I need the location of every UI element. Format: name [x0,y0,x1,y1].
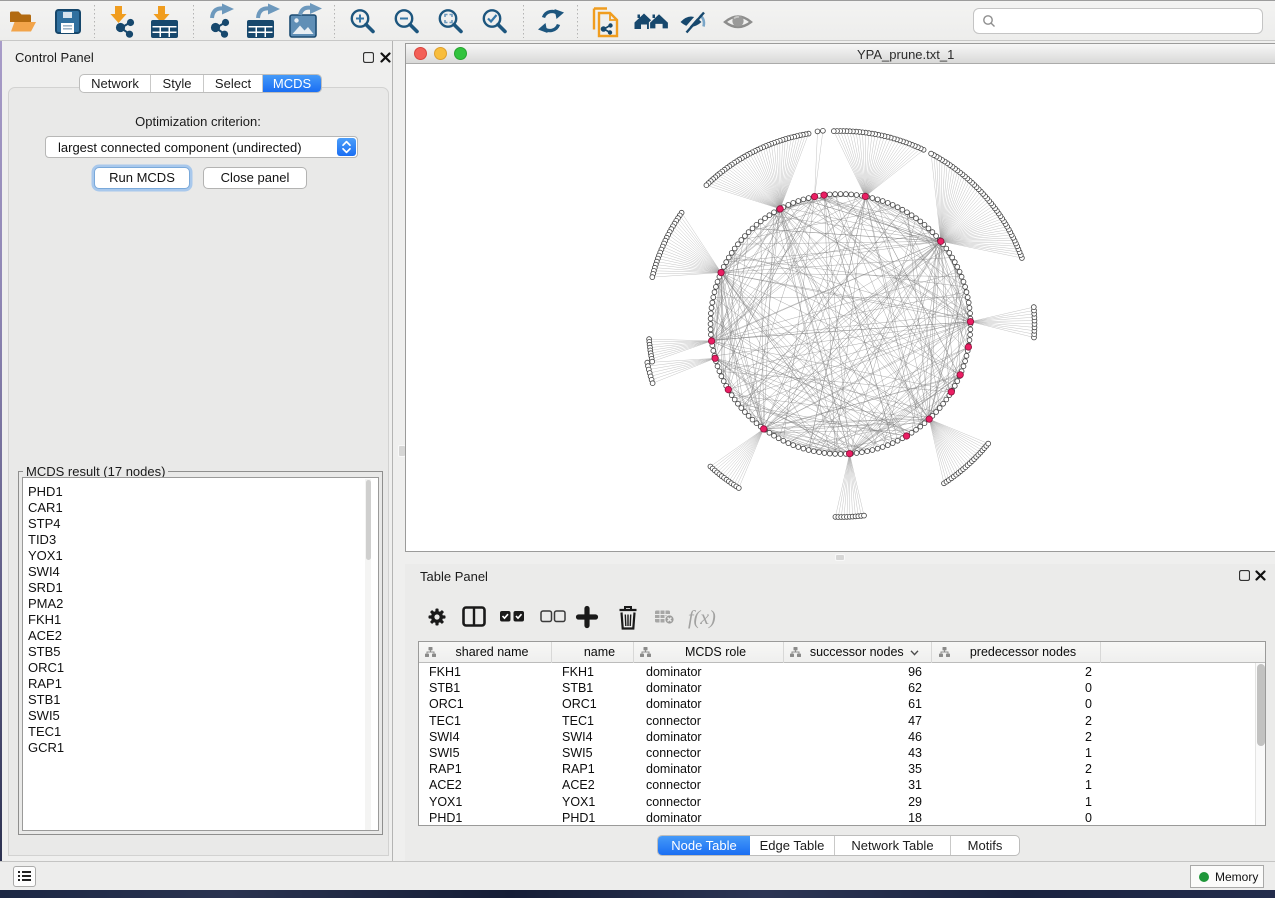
svg-text:f(x): f(x) [688,607,716,629]
